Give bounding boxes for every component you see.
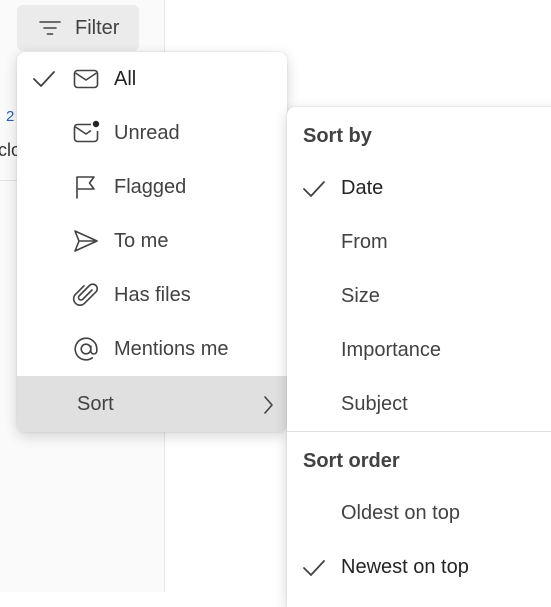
sort-by-size[interactable]: Size — [287, 270, 551, 324]
sort-order-oldest[interactable]: Oldest on top — [287, 487, 551, 541]
sort-option-label: Date — [341, 177, 384, 199]
envelope-dot-icon — [72, 119, 100, 147]
filter-item-mentions-me[interactable]: Mentions me — [17, 322, 287, 376]
sort-option-label: From — [341, 231, 388, 253]
filter-item-label: To me — [114, 229, 169, 252]
filter-item-all[interactable]: All — [17, 52, 287, 106]
sort-by-from[interactable]: From — [287, 216, 551, 270]
envelope-icon — [72, 65, 100, 93]
paperclip-icon — [72, 281, 100, 309]
flag-icon — [72, 173, 100, 201]
sort-option-label: Subject — [341, 393, 408, 415]
submenu-divider — [287, 431, 551, 432]
sort-by-importance[interactable]: Importance — [287, 324, 551, 378]
filter-item-to-me[interactable]: To me — [17, 214, 287, 268]
filter-button-label: Filter — [75, 16, 120, 39]
checkmark-icon — [31, 67, 57, 91]
send-icon — [72, 227, 100, 255]
filter-lines-icon — [39, 19, 61, 37]
sort-option-label: Size — [341, 285, 380, 307]
sort-label: Sort — [77, 393, 114, 415]
sort-by-header: Sort by — [303, 125, 372, 147]
message-count-fragment: 2 — [6, 108, 15, 125]
filter-item-flagged[interactable]: Flagged — [17, 160, 287, 214]
checkmark-icon — [301, 177, 327, 201]
filter-item-has-files[interactable]: Has files — [17, 268, 287, 322]
sort-order-newest[interactable]: Newest on top — [287, 541, 551, 595]
filter-item-label: Flagged — [114, 175, 187, 198]
sort-by-subject[interactable]: Subject — [287, 378, 551, 432]
checkmark-icon — [301, 556, 327, 580]
sort-by-date[interactable]: Date — [287, 162, 551, 216]
sort-option-label: Oldest on top — [341, 502, 460, 524]
filter-item-unread[interactable]: Unread — [17, 106, 287, 160]
filter-button[interactable]: Filter — [17, 5, 139, 51]
sort-order-header: Sort order — [303, 450, 400, 472]
sort-option-label: Importance — [341, 339, 442, 361]
filter-item-label: Has files — [114, 283, 191, 306]
filter-item-label: Unread — [114, 121, 180, 144]
filter-item-label: All — [114, 67, 137, 90]
sort-submenu: Sort by Date From Size Importance Subjec… — [287, 107, 551, 607]
at-sign-icon — [72, 335, 100, 363]
sort-option-label: Newest on top — [341, 556, 469, 578]
chevron-right-icon — [261, 395, 275, 415]
sort-menu-item[interactable]: Sort — [17, 377, 287, 432]
filter-menu: All Unread Flagged To me Has files Menti… — [17, 52, 287, 432]
filter-item-label: Mentions me — [114, 337, 229, 360]
